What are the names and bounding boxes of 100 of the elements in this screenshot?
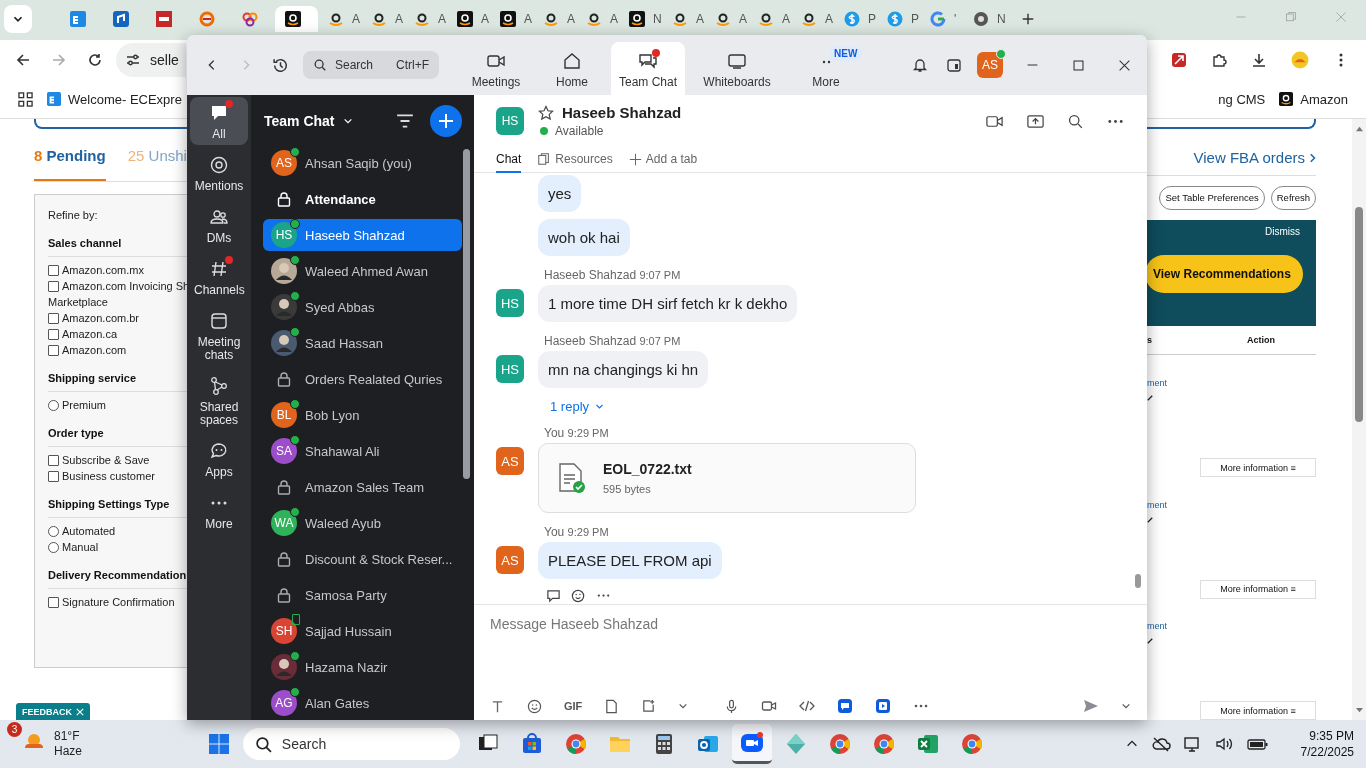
chat-list-item[interactable]: Waleed Ahmed Awan (263, 255, 462, 287)
rail-item[interactable]: Shared spaces (190, 370, 248, 431)
nav-tab[interactable]: Meetings (459, 42, 533, 95)
cloud-offline-icon[interactable] (1150, 736, 1171, 752)
dismiss-link[interactable]: Dismiss (1265, 225, 1300, 237)
search-icon[interactable] (1067, 112, 1084, 130)
text-format-icon[interactable] (490, 698, 505, 714)
radio-button[interactable] (48, 541, 59, 553)
nav-tab[interactable]: Home (535, 42, 609, 95)
order-tab[interactable]: 8 Pending (34, 143, 106, 181)
caret-icon[interactable] (1121, 701, 1131, 711)
profile-icon[interactable] (1291, 51, 1309, 69)
clips-app-icon[interactable] (875, 698, 892, 714)
table-link[interactable]: ment (1147, 621, 1167, 632)
browser-tab[interactable]: P (834, 6, 877, 32)
screenshot-icon[interactable] (641, 698, 657, 714)
tab-search-button[interactable] (4, 5, 32, 33)
apps-grid-icon[interactable] (18, 91, 33, 107)
caret-icon[interactable] (678, 701, 689, 711)
bookmark[interactable]: ng CMS (1218, 91, 1266, 107)
radio-button[interactable] (48, 399, 59, 411)
chat-list-item[interactable]: BL Bob Lyon (263, 399, 462, 431)
browser-tab[interactable]: A (490, 6, 533, 32)
taskbar-search-field[interactable]: Search (242, 728, 460, 760)
checkbox[interactable] (48, 280, 59, 292)
view-recommendations-button[interactable]: View Recommendations (1145, 254, 1303, 293)
browser-tab[interactable]: A (318, 6, 361, 32)
browser-tab[interactable]: A (361, 6, 404, 32)
page-button[interactable]: Set Table Preferences (1159, 185, 1265, 210)
scroll-down-icon[interactable] (1354, 707, 1364, 714)
browser-tab[interactable]: A (705, 6, 748, 32)
more-information-button[interactable]: More information ≡ (1200, 579, 1316, 599)
checkbox[interactable] (48, 454, 59, 466)
chat-list-item[interactable]: AS Ahsan Saqib (you) (263, 147, 462, 179)
chat-tab[interactable]: Add a tab (628, 147, 698, 171)
emoji-reaction-icon[interactable] (571, 588, 586, 603)
rail-item[interactable]: Channels (190, 253, 248, 301)
gif-button[interactable]: GIF (564, 700, 583, 712)
chat-list-item[interactable]: Syed Abbas (263, 291, 462, 323)
file-icon[interactable] (604, 698, 620, 714)
more-information-button[interactable]: More information ≡ (1200, 458, 1316, 478)
replies-link[interactable]: 1 reply (550, 399, 605, 414)
chat-list-item[interactable]: AG Alan Gates (263, 687, 462, 719)
browser-tab[interactable]: P (877, 6, 920, 32)
chat-list-item[interactable]: SH Sajjad Hussain (263, 615, 462, 647)
filter-icon[interactable] (396, 112, 414, 130)
chat-list-item[interactable]: Saad Hassan (263, 327, 462, 359)
nav-tab[interactable]: Whiteboards (687, 42, 787, 95)
rail-item[interactable]: More (190, 487, 248, 535)
code-icon[interactable] (799, 698, 816, 714)
browser-tab[interactable]: A (791, 6, 834, 32)
chat-list-item[interactable]: Amazon Sales Team (263, 471, 462, 503)
chat-tab[interactable]: Resources (537, 147, 613, 171)
checkbox[interactable] (48, 470, 59, 482)
checkbox[interactable] (48, 596, 59, 608)
rail-item[interactable]: DMs (190, 201, 248, 249)
checkbox[interactable] (48, 312, 59, 324)
browser-tab[interactable]: A (533, 6, 576, 32)
browser-tab[interactable]: A (447, 6, 490, 32)
chat-list-item[interactable]: Orders Realated Quries (263, 363, 462, 395)
browser-tab[interactable]: A (404, 6, 447, 32)
scrollbar-thumb[interactable] (1355, 207, 1363, 422)
rail-item[interactable]: Apps (190, 435, 248, 483)
star-icon[interactable] (538, 104, 554, 121)
chat-tab[interactable]: Chat (496, 147, 522, 173)
address-bar[interactable]: selle (116, 43, 186, 77)
chat-list-item[interactable]: Attendance (263, 183, 462, 215)
more-information-button[interactable]: More information ≡ (1200, 701, 1316, 721)
scrollbar-thumb[interactable] (1135, 574, 1141, 588)
chat-list-item[interactable]: Discount & Stock Reser... (263, 543, 462, 575)
extensions-icon[interactable] (1211, 52, 1227, 68)
send-icon[interactable] (1083, 698, 1099, 714)
chat-list-item[interactable]: HS Haseeb Shahzad (263, 219, 462, 251)
chat-list-item[interactable]: WA Waleed Ayub (263, 507, 462, 539)
bookmark[interactable]: Amazon (1279, 91, 1348, 107)
table-link[interactable]: ment (1147, 499, 1167, 510)
bookmark[interactable]: Welcome- ECExpre (47, 91, 182, 107)
rail-item[interactable]: All (190, 97, 248, 145)
nav-tab[interactable]: NEW More (789, 42, 863, 95)
table-link[interactable]: ment (1147, 378, 1167, 389)
volume-icon[interactable] (1214, 736, 1235, 752)
rail-item[interactable]: Mentions (190, 149, 248, 197)
site-info-icon[interactable] (125, 52, 141, 68)
battery-icon[interactable] (1246, 736, 1269, 752)
nav-tab[interactable]: Team Chat (611, 42, 685, 95)
chat-list-item[interactable]: Hazama Nazir (263, 651, 462, 683)
feedback-button[interactable]: FEEDBACK (16, 703, 90, 720)
reply-icon[interactable] (546, 588, 561, 603)
chat-app-icon[interactable] (837, 698, 854, 714)
chat-list-item[interactable]: SA Shahawal Ali (263, 435, 462, 467)
browser-tab[interactable]: A (576, 6, 619, 32)
chat-list-item[interactable]: Samosa Party (263, 579, 462, 611)
new-chat-button[interactable] (430, 105, 462, 137)
browser-tab[interactable]: A (748, 6, 791, 32)
start-icon[interactable] (206, 732, 231, 756)
browser-tab[interactable]: N (963, 6, 1006, 32)
scrollbar-thumb[interactable] (463, 149, 470, 479)
radio-button[interactable] (48, 525, 59, 537)
extension-icon[interactable] (1171, 52, 1187, 68)
rail-item[interactable]: Meeting chats (190, 305, 248, 366)
